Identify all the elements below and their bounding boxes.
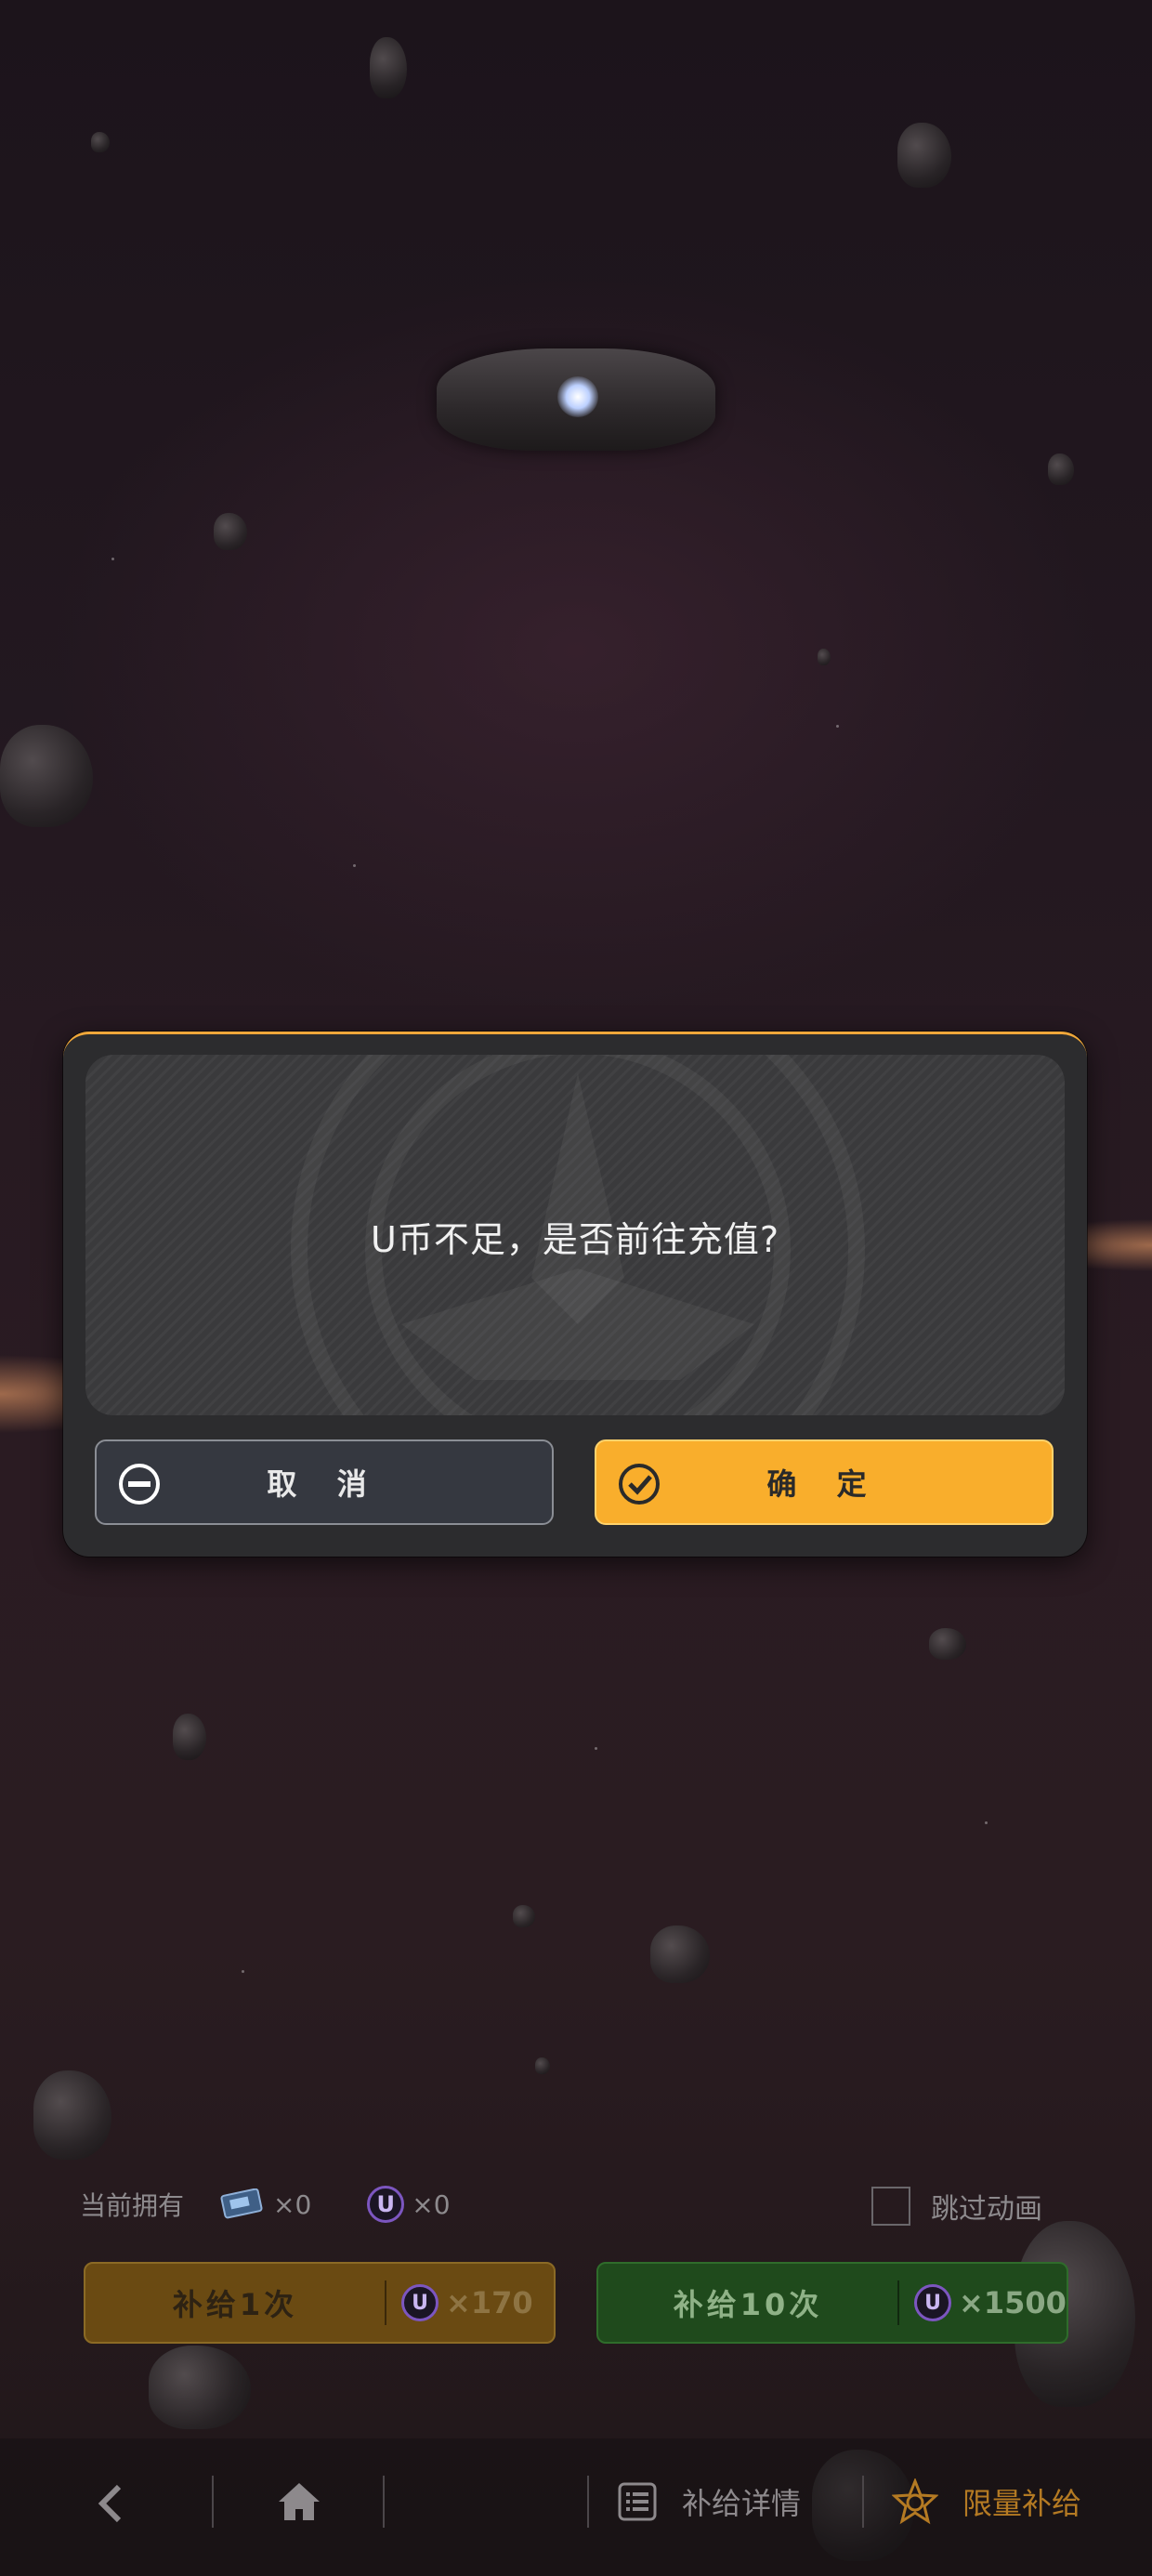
limited-supply-label: 限量补给: [962, 2486, 1082, 2521]
asteroid: [513, 1905, 535, 1927]
star: [353, 864, 356, 867]
u-coin-icon: U: [367, 2186, 405, 2223]
supply-ticket-icon: [220, 2188, 263, 2219]
supply-ten-button[interactable]: 补给10次 U ×1500: [596, 2262, 1068, 2344]
asteroid: [818, 649, 831, 665]
skip-animation-label: 跳过动画: [931, 2193, 1042, 2226]
star-badge-icon: [892, 2478, 938, 2525]
recharge-dialog: U币不足，是否前往充值? 取 消 确 定: [63, 1032, 1087, 1557]
asteroid: [149, 2346, 251, 2429]
owned-currency-row: 当前拥有 ×0 U ×0: [80, 2186, 451, 2223]
dialog-message: U币不足，是否前往充值?: [371, 1219, 779, 1260]
star: [242, 1970, 244, 1973]
star: [836, 725, 839, 728]
coin-count: ×0: [412, 2188, 451, 2220]
cancel-circle-icon: [119, 1464, 160, 1505]
nav-divider: [587, 2476, 589, 2528]
asteroid: [214, 513, 247, 550]
supply-details-label: 补给详情: [682, 2486, 802, 2521]
supply-once-button[interactable]: 补给1次 U ×170: [84, 2262, 556, 2344]
divider: [385, 2280, 386, 2325]
star: [985, 1821, 988, 1824]
nav-divider: [212, 2476, 214, 2528]
asteroid: [1048, 453, 1074, 485]
supply-ten-price: ×1500: [959, 2285, 1067, 2320]
supply-details-tab[interactable]: 补给详情: [617, 2476, 801, 2528]
asteroid: [33, 2070, 111, 2160]
supply-ten-label: 补给10次: [673, 2287, 823, 2322]
limited-supply-tab[interactable]: 限量补给: [892, 2476, 1081, 2528]
screen: U币不足，是否前往充值? 取 消 确 定 当前拥有 ×0 U ×0 跳过动画 补…: [0, 0, 1152, 2576]
home-icon[interactable]: [273, 2476, 325, 2528]
bottom-nav: 补给详情 限量补给: [0, 2438, 1152, 2576]
nav-divider: [383, 2476, 385, 2528]
supply-once-label: 补给1次: [172, 2287, 298, 2322]
asteroid: [91, 132, 110, 152]
asteroid: [0, 725, 93, 827]
u-coin-icon: U: [401, 2284, 439, 2321]
star: [111, 558, 114, 560]
asteroid: [929, 1628, 966, 1660]
asteroid: [897, 123, 951, 188]
list-icon: [618, 2482, 657, 2521]
supply-once-price: ×170: [446, 2285, 533, 2320]
owned-label: 当前拥有: [80, 2190, 185, 2221]
confirm-button-label: 确 定: [766, 1466, 882, 1502]
asteroid: [370, 37, 407, 99]
cancel-button-label: 取 消: [267, 1466, 382, 1502]
nav-divider: [862, 2476, 864, 2528]
divider: [897, 2280, 899, 2325]
confirm-button[interactable]: 确 定: [595, 1439, 1054, 1525]
spaceship-image: [437, 330, 715, 469]
skip-animation-checkbox[interactable]: [871, 2187, 910, 2226]
u-coin-icon: U: [914, 2284, 951, 2321]
cancel-button[interactable]: 取 消: [95, 1439, 554, 1525]
dialog-message-panel: U币不足，是否前往充值?: [85, 1055, 1065, 1415]
star: [595, 1747, 597, 1750]
asteroid: [650, 1925, 710, 1983]
skip-animation-toggle[interactable]: 跳过动画: [871, 2186, 1042, 2227]
back-arrow-icon[interactable]: [85, 2477, 137, 2530]
check-circle-icon: [619, 1464, 660, 1505]
ticket-count: ×0: [273, 2188, 312, 2220]
asteroid: [535, 2057, 550, 2074]
asteroid: [173, 1714, 206, 1760]
